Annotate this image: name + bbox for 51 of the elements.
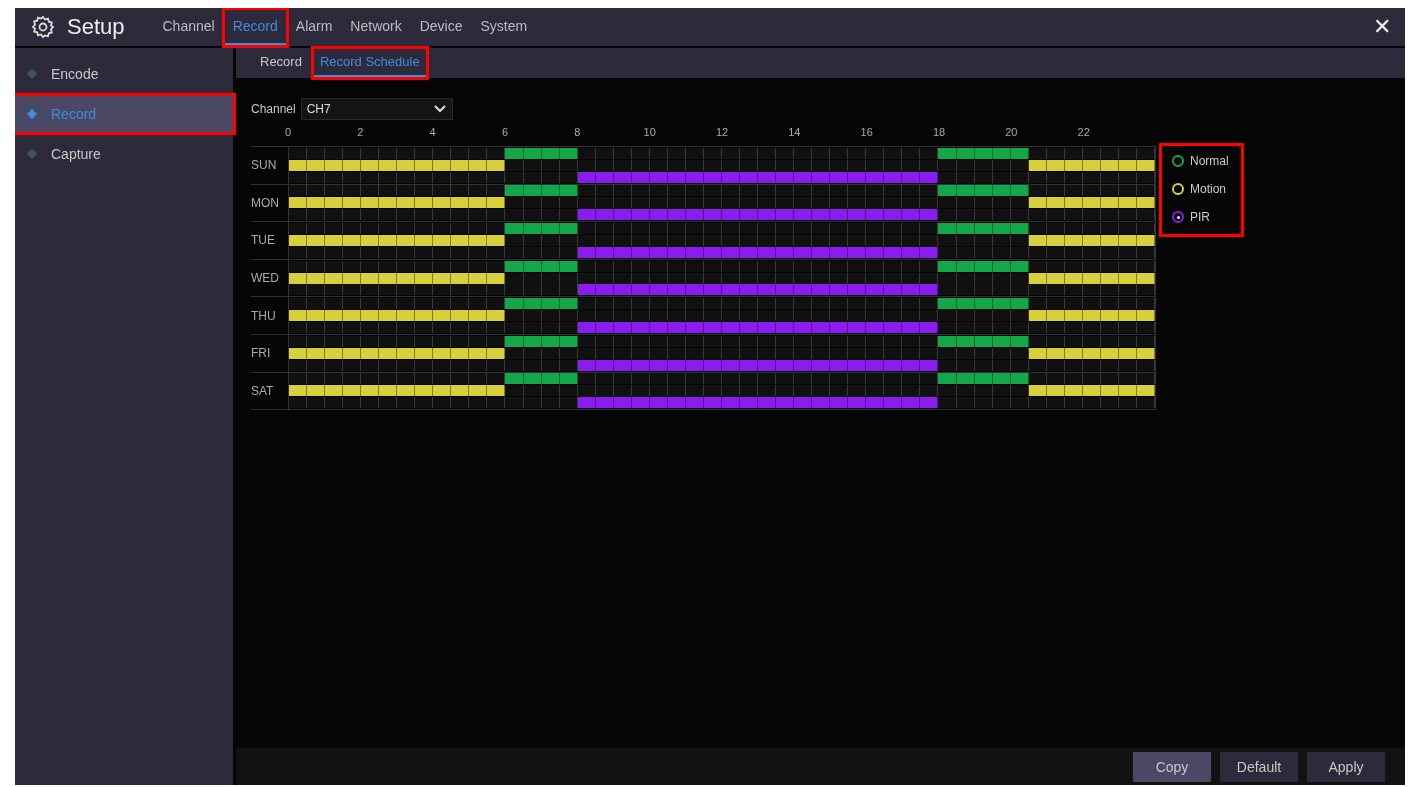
day-label: SUN	[251, 158, 278, 173]
sidebar-item[interactable]: Capture	[15, 136, 233, 172]
hour-label: 22	[1077, 126, 1090, 138]
schedule-grid-row[interactable]	[288, 222, 1156, 259]
chevron-down-icon	[433, 105, 446, 113]
schedule-grid-row[interactable]	[288, 297, 1156, 334]
nav-tab[interactable]: Alarm	[287, 9, 341, 45]
schedule-grid-row[interactable]	[288, 334, 1156, 372]
action-button[interactable]: Apply	[1307, 751, 1385, 782]
hour-label: 14	[788, 126, 801, 138]
channel-label: Channel	[251, 102, 296, 116]
sub-tab[interactable]: Record Schedule	[313, 49, 426, 77]
day-label: TUE	[251, 233, 276, 248]
sub-tab[interactable]: Record	[254, 49, 308, 77]
mode-radio[interactable]: PIR	[1172, 210, 1229, 224]
day-label: MON	[251, 195, 280, 210]
nav-tab[interactable]: System	[472, 9, 536, 45]
schedule-grid-row[interactable]	[288, 184, 1156, 222]
hour-label: 18	[932, 126, 946, 138]
hour-label: 20	[1005, 126, 1018, 138]
schedule-grid-row[interactable]	[288, 259, 1156, 297]
nav-tab[interactable]: Device	[411, 9, 471, 45]
mode-radio[interactable]: Normal	[1172, 154, 1229, 168]
hour-label: 6	[501, 126, 509, 138]
nav-tab[interactable]: Record	[224, 9, 286, 45]
settings-icon	[31, 15, 55, 39]
day-label: THU	[251, 308, 277, 323]
day-label: SAT	[251, 383, 275, 398]
page-title: Setup	[67, 14, 125, 40]
action-button[interactable]: Copy	[1133, 751, 1211, 782]
hour-label: 16	[860, 126, 873, 138]
nav-tab[interactable]: Channel	[154, 9, 223, 45]
hour-label: 10	[643, 126, 656, 138]
schedule-grid-row[interactable]	[288, 372, 1156, 410]
hour-label: 12	[715, 126, 729, 138]
sidebar-item[interactable]: Encode	[15, 56, 233, 92]
channel-dropdown[interactable]: CH7	[300, 98, 453, 120]
nav-tab[interactable]: Network	[342, 9, 410, 45]
schedule-grid-row[interactable]	[288, 147, 1156, 184]
hour-label: 4	[429, 126, 436, 138]
diamond-icon	[27, 69, 37, 79]
close-button[interactable]: ✕	[1367, 13, 1397, 41]
diamond-icon	[27, 109, 37, 119]
day-label: WED	[251, 271, 280, 286]
diamond-icon	[27, 149, 37, 159]
day-label: FRI	[251, 346, 272, 361]
action-button[interactable]: Default	[1220, 751, 1298, 782]
hour-label: 0	[284, 126, 292, 138]
hour-label: 2	[357, 126, 364, 138]
hour-label: 8	[574, 126, 581, 138]
mode-radio[interactable]: Motion	[1172, 182, 1229, 196]
